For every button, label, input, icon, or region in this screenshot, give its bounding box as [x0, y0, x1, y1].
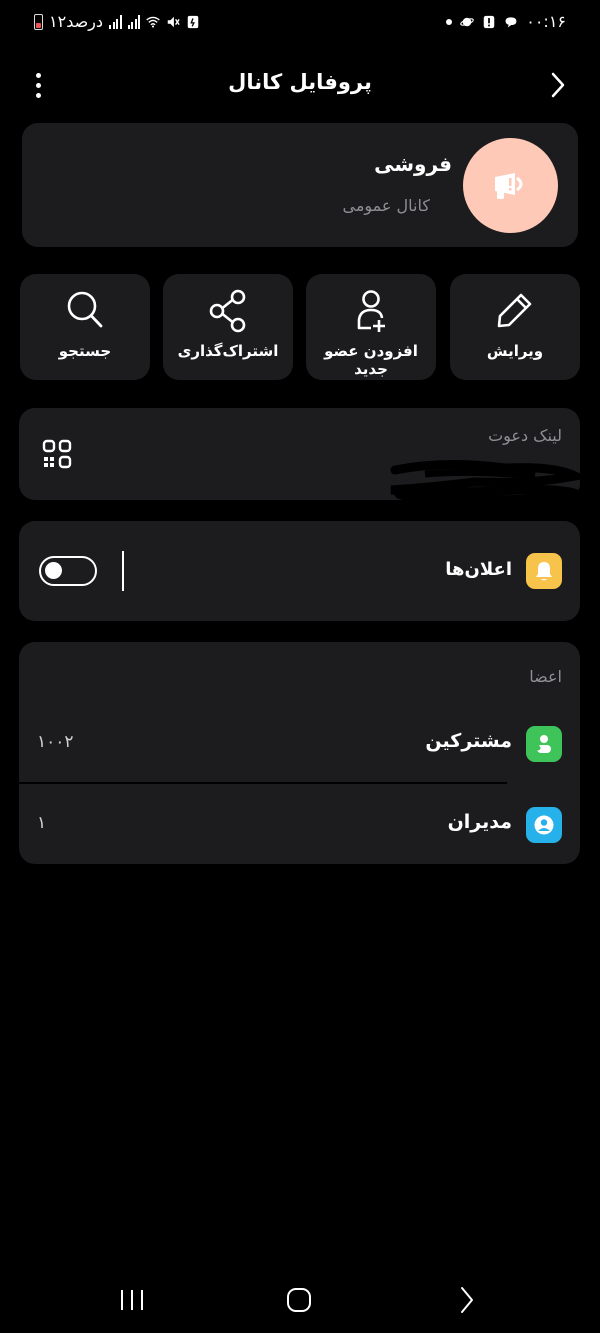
invite-link-card[interactable]: لینک دعوت: [19, 408, 580, 505]
planet-icon: [460, 17, 475, 26]
qr-code-icon[interactable]: [41, 438, 73, 470]
home-icon: [287, 1288, 311, 1312]
search-label: جستجو: [58, 342, 112, 360]
subscribers-row[interactable]: مشترکین: [425, 730, 512, 752]
admins-count: ۱: [37, 813, 47, 833]
edit-button[interactable]: ویرایش: [450, 274, 580, 380]
signal-icon-2: [127, 14, 141, 29]
row-divider: [19, 782, 507, 784]
status-right: ۰۰:۱۶: [446, 12, 566, 31]
bell-icon: [536, 562, 552, 581]
notifications-label: اعلان‌ها: [445, 559, 512, 580]
channel-avatar[interactable]: [463, 138, 558, 233]
megaphone-icon: [494, 172, 522, 199]
admins-row[interactable]: مدیران: [448, 811, 512, 833]
notification-dot-icon: [446, 18, 453, 25]
add-member-button[interactable]: افزودن عضو جدید: [306, 274, 436, 380]
wifi-icon: [146, 16, 160, 28]
share-button[interactable]: اشتراک‌گذاری: [163, 274, 293, 380]
page-title: پروفایل کانال: [228, 70, 372, 94]
alert-icon: [483, 15, 495, 28]
status-bar: ۱۲درصد ۰۰:۱۶: [0, 0, 600, 44]
bell-icon-box: [526, 553, 562, 589]
search-icon: [67, 291, 103, 328]
nav-back-button[interactable]: [447, 1282, 487, 1318]
nav-back-chevron-icon: [461, 1287, 473, 1313]
recent-apps-icon: [121, 1290, 143, 1310]
edit-label: ویرایش: [486, 342, 544, 360]
notifications-card: اعلان‌ها: [19, 521, 580, 621]
members-title: اعضا: [529, 667, 562, 686]
share-label: اشتراک‌گذاری: [177, 342, 279, 360]
recent-apps-button[interactable]: [112, 1282, 152, 1318]
home-button[interactable]: [279, 1282, 319, 1318]
subscribers-icon: [535, 735, 551, 753]
mute-icon: [167, 16, 180, 27]
redacted-scribble: [390, 459, 580, 505]
signal-icon: [109, 14, 122, 29]
profile-card: [22, 123, 578, 247]
invite-link-label: لینک دعوت: [488, 426, 562, 445]
battery-saver-icon: [187, 15, 199, 28]
back-button[interactable]: [546, 68, 570, 102]
status-time: ۰۰:۱۶: [526, 12, 566, 31]
add-user-icon: [357, 290, 385, 332]
subscribers-icon-box: [526, 726, 562, 762]
add-member-label: افزودن عضو جدید: [324, 342, 418, 378]
notifications-toggle[interactable]: [39, 556, 97, 586]
message-icon: [505, 16, 517, 27]
admins-icon: [534, 815, 554, 835]
battery-percent: ۱۲درصد: [49, 12, 104, 31]
channel-type: کانال عمومی: [342, 196, 431, 215]
share-icon: [209, 289, 246, 333]
status-left: ۱۲درصد: [34, 12, 200, 31]
search-button[interactable]: جستجو: [20, 274, 150, 380]
channel-name: فروشی: [374, 152, 452, 176]
vertical-divider: [122, 551, 124, 591]
members-card: اعضا مشترکین ۱۰۰۲ مدیران ۱: [19, 642, 580, 864]
chevron-right-icon: [551, 72, 565, 98]
admins-icon-box: [526, 807, 562, 843]
pencil-icon: [497, 293, 532, 328]
subscribers-count: ۱۰۰۲: [37, 732, 74, 752]
toggle-knob: [45, 562, 62, 579]
battery-icon: [34, 13, 43, 30]
navigation-bar: [0, 1262, 600, 1332]
